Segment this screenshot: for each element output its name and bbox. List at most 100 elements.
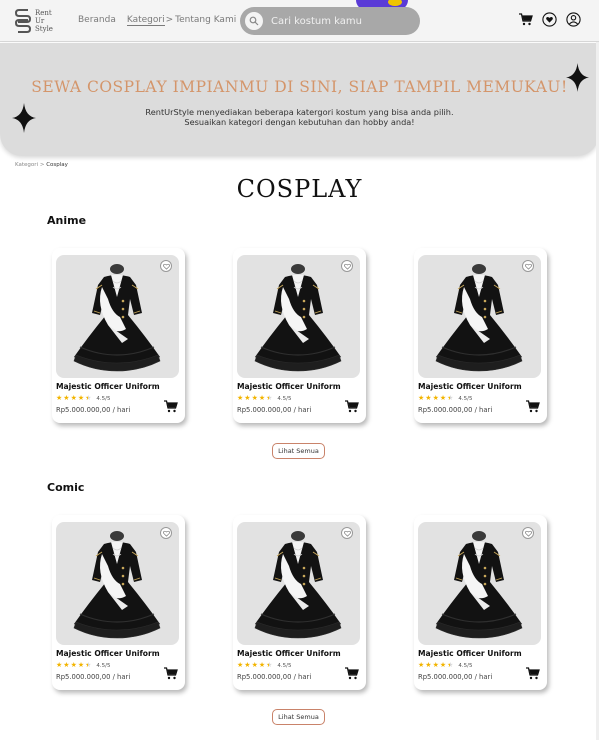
half-star-icon: ★	[266, 661, 273, 669]
product-price: Rp5.000.000,00 / hari	[56, 673, 131, 681]
rating-value: 4.5/5	[458, 395, 473, 402]
costume-image	[254, 531, 342, 639]
breadcrumb: Kategori > Cosplay	[15, 162, 68, 168]
product-price: Rp5.000.000,00 / hari	[418, 673, 493, 681]
star-icon: ★	[77, 661, 85, 669]
search-input[interactable]	[271, 15, 411, 27]
product-name[interactable]: Majestic Officer Uniform	[237, 649, 341, 658]
product-price: Rp5.000.000,00 / hari	[237, 673, 312, 681]
half-star-icon: ★	[447, 394, 454, 402]
star-icon: ★	[237, 394, 244, 402]
nav-item-beranda[interactable]: Beranda	[78, 15, 116, 26]
product-image[interactable]	[237, 522, 360, 645]
rating-value: 4.5/5	[96, 395, 111, 402]
star-icon: ★	[56, 661, 63, 669]
add-to-cart-icon[interactable]	[526, 665, 540, 680]
search-icon[interactable]	[245, 12, 263, 30]
sparkle-icon	[566, 63, 589, 92]
breadcrumb-separator: >	[39, 162, 45, 168]
star-icon: ★	[77, 394, 85, 402]
nav-item-tentang-kami[interactable]: Tentang Kami	[175, 15, 236, 26]
add-to-cart-icon[interactable]	[526, 398, 540, 413]
product-card[interactable]: Majestic Officer Uniform ★ ★ ★ ★ ★ 4.5/5…	[414, 515, 547, 690]
star-icon: ★	[56, 394, 63, 402]
star-icon: ★	[418, 661, 425, 669]
page: Rent Ur Style Beranda Kategori > Tentang…	[0, 0, 599, 740]
product-card[interactable]: Majestic Officer Uniform ★ ★ ★ ★ ★ 4.5/5…	[414, 248, 547, 423]
half-star-icon: ★	[447, 661, 454, 669]
see-all-anime-button[interactable]: Lihat Semua	[272, 443, 325, 459]
star-icon: ★	[237, 661, 244, 669]
star-icon: ★	[425, 661, 432, 669]
add-to-cart-icon[interactable]	[164, 398, 178, 413]
logo-text-line: Rent	[35, 9, 52, 17]
logo-text-line: Ur	[35, 17, 45, 25]
costume-image	[435, 264, 523, 372]
favorite-heart-icon[interactable]	[341, 260, 353, 272]
sparkle-icon	[12, 103, 36, 133]
star-icon: ★	[251, 394, 258, 402]
star-icon: ★	[439, 661, 447, 669]
product-image[interactable]	[418, 255, 541, 378]
add-to-cart-icon[interactable]	[164, 665, 178, 680]
half-star-icon: ★	[266, 394, 273, 402]
product-name[interactable]: Majestic Officer Uniform	[418, 649, 522, 658]
logo-mark-icon	[14, 7, 32, 35]
add-to-cart-icon[interactable]	[345, 665, 359, 680]
brand-logo[interactable]: Rent Ur Style	[14, 6, 53, 36]
product-price: Rp5.000.000,00 / hari	[56, 406, 131, 414]
favorite-heart-icon[interactable]	[341, 527, 353, 539]
star-icon: ★	[244, 661, 251, 669]
product-name[interactable]: Majestic Officer Uniform	[56, 382, 160, 391]
breadcrumb-kategori[interactable]: Kategori	[15, 162, 38, 168]
rating-value: 4.5/5	[96, 662, 111, 669]
product-price: Rp5.000.000,00 / hari	[237, 406, 312, 414]
product-card[interactable]: Majestic Officer Uniform ★ ★ ★ ★ ★ 4.5/5…	[233, 515, 366, 690]
nav-dropdown-chevron-icon[interactable]: >	[166, 15, 174, 26]
product-image[interactable]	[56, 255, 179, 378]
main-nav: Beranda Kategori > Tentang Kami	[78, 15, 236, 26]
product-image[interactable]	[56, 522, 179, 645]
product-rating: ★ ★ ★ ★ ★ 4.5/5	[56, 395, 111, 402]
hero-title: SEWA COSPLAY IMPIANMU DI SINI, SIAP TAMP…	[31, 78, 568, 96]
half-star-icon: ★	[85, 394, 92, 402]
section-title-comic: Comic	[47, 481, 85, 494]
hero-subtitle-line: RentUrStyle menyediakan beberapa katergo…	[145, 107, 454, 117]
see-all-comic-button[interactable]: Lihat Semua	[272, 709, 325, 725]
cart-icon[interactable]	[518, 12, 533, 27]
top-navbar: Rent Ur Style Beranda Kategori > Tentang…	[0, 0, 599, 42]
product-name[interactable]: Majestic Officer Uniform	[56, 649, 160, 658]
product-rating: ★ ★ ★ ★ ★ 4.5/5	[56, 662, 111, 669]
product-image[interactable]	[418, 522, 541, 645]
product-rating: ★ ★ ★ ★ ★ 4.5/5	[237, 395, 292, 402]
product-name[interactable]: Majestic Officer Uniform	[418, 382, 522, 391]
search-bar[interactable]	[240, 7, 420, 35]
favorite-heart-icon[interactable]	[160, 527, 172, 539]
product-card[interactable]: Majestic Officer Uniform ★ ★ ★ ★ ★ 4.5/5…	[52, 515, 185, 690]
product-card[interactable]: Majestic Officer Uniform ★ ★ ★ ★ ★ 4.5/5…	[52, 248, 185, 423]
product-image[interactable]	[237, 255, 360, 378]
costume-image	[435, 531, 523, 639]
star-icon: ★	[432, 394, 439, 402]
favorites-icon[interactable]	[542, 12, 557, 27]
user-icon[interactable]	[566, 12, 581, 27]
favorite-heart-icon[interactable]	[522, 527, 534, 539]
favorite-heart-icon[interactable]	[160, 260, 172, 272]
nav-item-kategori[interactable]: Kategori	[126, 15, 165, 26]
section-title-anime: Anime	[47, 214, 87, 227]
add-to-cart-icon[interactable]	[345, 398, 359, 413]
favorite-heart-icon[interactable]	[522, 260, 534, 272]
star-icon: ★	[244, 394, 251, 402]
costume-image	[73, 531, 161, 639]
logo-text-line: Style	[35, 25, 53, 33]
star-icon: ★	[432, 661, 439, 669]
product-card[interactable]: Majestic Officer Uniform ★ ★ ★ ★ ★ 4.5/5…	[233, 248, 366, 423]
star-icon: ★	[418, 394, 425, 402]
star-icon: ★	[63, 661, 70, 669]
hero-banner: SEWA COSPLAY IMPIANMU DI SINI, SIAP TAMP…	[0, 43, 599, 156]
product-rating: ★ ★ ★ ★ ★ 4.5/5	[418, 395, 473, 402]
hero-subtitle: RentUrStyle menyediakan beberapa katergo…	[0, 107, 599, 127]
costume-image	[254, 264, 342, 372]
product-name[interactable]: Majestic Officer Uniform	[237, 382, 341, 391]
logo-text: Rent Ur Style	[35, 9, 53, 33]
